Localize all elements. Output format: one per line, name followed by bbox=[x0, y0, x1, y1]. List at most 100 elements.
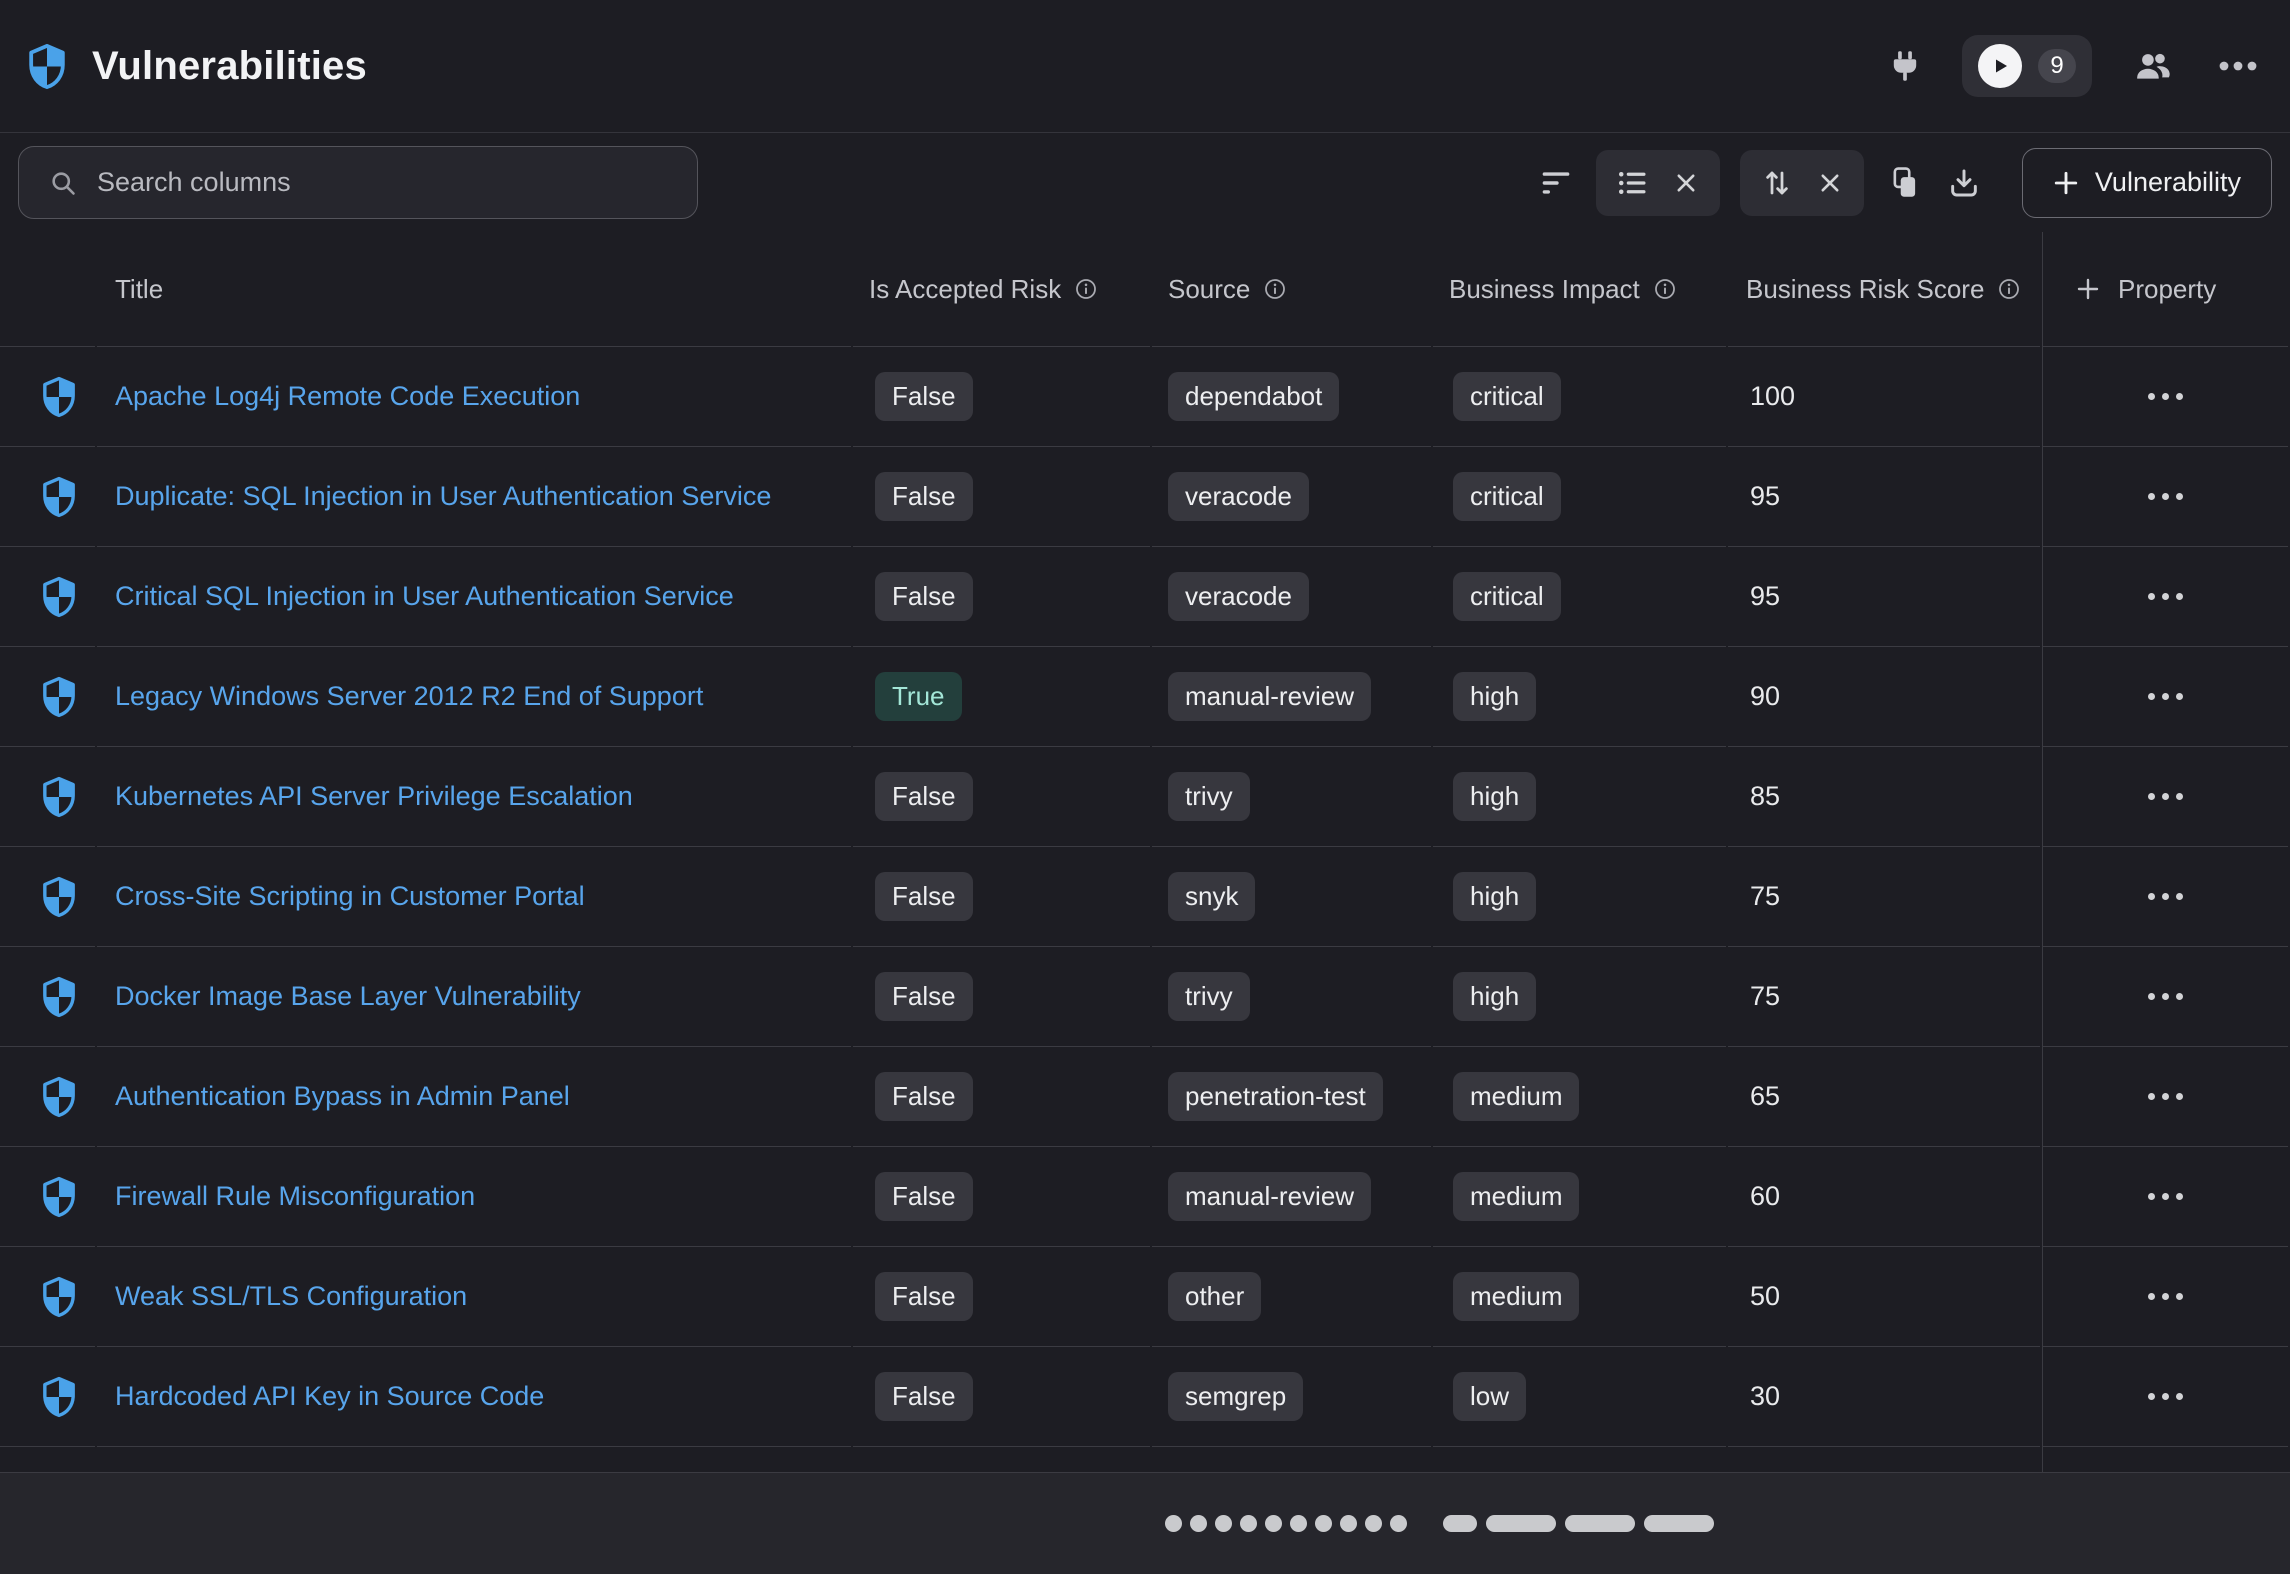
vulnerability-title-link[interactable]: Docker Image Base Layer Vulnerability bbox=[115, 981, 581, 1012]
vulnerability-title-link[interactable]: Critical SQL Injection in User Authentic… bbox=[115, 581, 734, 612]
row-business-impact-cell: critical bbox=[1433, 547, 1726, 647]
business-risk-score-value: 75 bbox=[1750, 881, 1780, 912]
table-row: Docker Image Base Layer Vulnerability Fa… bbox=[0, 947, 2290, 1047]
header-icon-spacer bbox=[0, 232, 95, 347]
row-title-cell: Apache Log4j Remote Code Execution bbox=[97, 347, 851, 447]
brand: Vulnerabilities bbox=[28, 44, 367, 89]
loading-dot bbox=[1265, 1515, 1282, 1532]
row-more-actions-button[interactable] bbox=[2138, 583, 2193, 610]
row-accepted-risk-cell: False bbox=[853, 1247, 1150, 1347]
row-icon-cell bbox=[0, 647, 95, 747]
row-business-impact-cell: high bbox=[1433, 947, 1726, 1047]
vulnerability-title-link[interactable]: Duplicate: SQL Injection in User Authent… bbox=[115, 481, 771, 512]
users-button[interactable] bbox=[2130, 46, 2176, 86]
info-icon[interactable] bbox=[1654, 278, 1676, 300]
vulnerability-title-link[interactable]: Legacy Windows Server 2012 R2 End of Sup… bbox=[115, 681, 703, 712]
row-icon-cell bbox=[0, 347, 95, 447]
row-accepted-risk-cell: False bbox=[853, 347, 1150, 447]
vulnerability-title-link[interactable]: Weak SSL/TLS Configuration bbox=[115, 1281, 467, 1312]
row-actions-cell bbox=[2042, 1147, 2288, 1247]
column-header-is-accepted-risk[interactable]: Is Accepted Risk bbox=[853, 232, 1150, 347]
vulnerabilities-app: Vulnerabilities 9 bbox=[0, 0, 2290, 1574]
dot bbox=[2176, 793, 2183, 800]
copy-button[interactable] bbox=[1884, 162, 1924, 204]
source-badge: trivy bbox=[1168, 772, 1250, 821]
loading-dot bbox=[1215, 1515, 1232, 1532]
list-view-button[interactable] bbox=[1618, 170, 1648, 196]
row-source-cell: manual-review bbox=[1152, 647, 1431, 747]
row-more-actions-button[interactable] bbox=[2138, 983, 2193, 1010]
dot bbox=[2162, 393, 2169, 400]
sort-button[interactable] bbox=[1762, 168, 1792, 198]
table-toolbar: Vulnerability bbox=[0, 146, 2290, 232]
loading-dot bbox=[1190, 1515, 1207, 1532]
row-accepted-risk-cell: False bbox=[853, 747, 1150, 847]
vulnerability-title-link[interactable]: Apache Log4j Remote Code Execution bbox=[115, 381, 580, 412]
info-icon[interactable] bbox=[1075, 278, 1097, 300]
business-impact-badge: critical bbox=[1453, 472, 1561, 521]
business-risk-score-value: 65 bbox=[1750, 1081, 1780, 1112]
vulnerability-title-link[interactable]: Kubernetes API Server Privilege Escalati… bbox=[115, 781, 633, 812]
sort-control[interactable] bbox=[1740, 150, 1864, 216]
vulnerability-title-link[interactable]: Firewall Rule Misconfiguration bbox=[115, 1181, 475, 1212]
row-source-cell: veracode bbox=[1152, 447, 1431, 547]
loading-dot bbox=[1340, 1515, 1357, 1532]
column-header-business-risk-score[interactable]: Business Risk Score bbox=[1728, 232, 2040, 347]
row-title-cell: Cross-Site Scripting in Customer Portal bbox=[97, 847, 851, 947]
row-more-actions-button[interactable] bbox=[2138, 383, 2193, 410]
row-title-cell: Docker Image Base Layer Vulnerability bbox=[97, 947, 851, 1047]
vulnerability-title-link[interactable]: Cross-Site Scripting in Customer Portal bbox=[115, 881, 585, 912]
vulnerability-title-link[interactable]: Authentication Bypass in Admin Panel bbox=[115, 1081, 570, 1112]
info-icon[interactable] bbox=[1264, 278, 1286, 300]
grouping-control[interactable] bbox=[1596, 150, 1720, 216]
row-more-actions-button[interactable] bbox=[2138, 683, 2193, 710]
download-button[interactable] bbox=[1944, 163, 1984, 203]
dot bbox=[2176, 1293, 2183, 1300]
dot bbox=[2176, 893, 2183, 900]
row-title-cell: Hardcoded API Key in Source Code bbox=[97, 1347, 851, 1447]
run-status-pill[interactable]: 9 bbox=[1962, 35, 2092, 97]
row-more-actions-button[interactable] bbox=[2138, 483, 2193, 510]
search-columns-box bbox=[18, 146, 698, 219]
accepted-risk-badge: False bbox=[875, 972, 973, 1021]
clear-sort-button[interactable] bbox=[1818, 171, 1842, 195]
property-column-divider bbox=[2042, 232, 2043, 1574]
integrations-button[interactable] bbox=[1886, 46, 1924, 86]
row-business-risk-score-cell: 65 bbox=[1728, 1047, 2040, 1147]
row-actions-cell bbox=[2042, 1247, 2288, 1347]
search-icon bbox=[49, 169, 77, 197]
business-impact-badge: high bbox=[1453, 972, 1536, 1021]
table-row: Firewall Rule Misconfiguration False man… bbox=[0, 1147, 2290, 1247]
add-property-header-button[interactable]: Property bbox=[2042, 232, 2288, 347]
table-row: Weak SSL/TLS Configuration False other m… bbox=[0, 1247, 2290, 1347]
dot bbox=[2148, 693, 2155, 700]
skeleton-pill bbox=[1644, 1515, 1714, 1532]
column-header-title[interactable]: Title bbox=[97, 232, 851, 347]
dot bbox=[2162, 693, 2169, 700]
row-business-risk-score-cell: 60 bbox=[1728, 1147, 2040, 1247]
row-more-actions-button[interactable] bbox=[2138, 1283, 2193, 1310]
skeleton-pill bbox=[1443, 1515, 1477, 1532]
column-header-source[interactable]: Source bbox=[1152, 232, 1431, 347]
more-menu-button[interactable] bbox=[2214, 56, 2262, 76]
add-vulnerability-button[interactable]: Vulnerability bbox=[2022, 148, 2272, 218]
search-input[interactable] bbox=[97, 167, 673, 198]
clear-grouping-button[interactable] bbox=[1674, 171, 1698, 195]
row-more-actions-button[interactable] bbox=[2138, 883, 2193, 910]
accepted-risk-badge: False bbox=[875, 1272, 973, 1321]
business-impact-badge: low bbox=[1453, 1372, 1526, 1421]
plus-icon bbox=[2076, 277, 2100, 301]
shield-icon bbox=[42, 776, 76, 818]
row-more-actions-button[interactable] bbox=[2138, 1383, 2193, 1410]
row-more-actions-button[interactable] bbox=[2138, 1083, 2193, 1110]
accepted-risk-badge: True bbox=[875, 672, 962, 721]
app-header: Vulnerabilities 9 bbox=[0, 0, 2290, 133]
filter-button[interactable] bbox=[1536, 165, 1576, 201]
column-header-business-impact[interactable]: Business Impact bbox=[1433, 232, 1726, 347]
dot bbox=[2176, 1193, 2183, 1200]
info-icon[interactable] bbox=[1998, 278, 2020, 300]
vulnerability-title-link[interactable]: Hardcoded API Key in Source Code bbox=[115, 1381, 544, 1412]
row-business-risk-score-cell: 95 bbox=[1728, 547, 2040, 647]
row-more-actions-button[interactable] bbox=[2138, 783, 2193, 810]
row-more-actions-button[interactable] bbox=[2138, 1183, 2193, 1210]
